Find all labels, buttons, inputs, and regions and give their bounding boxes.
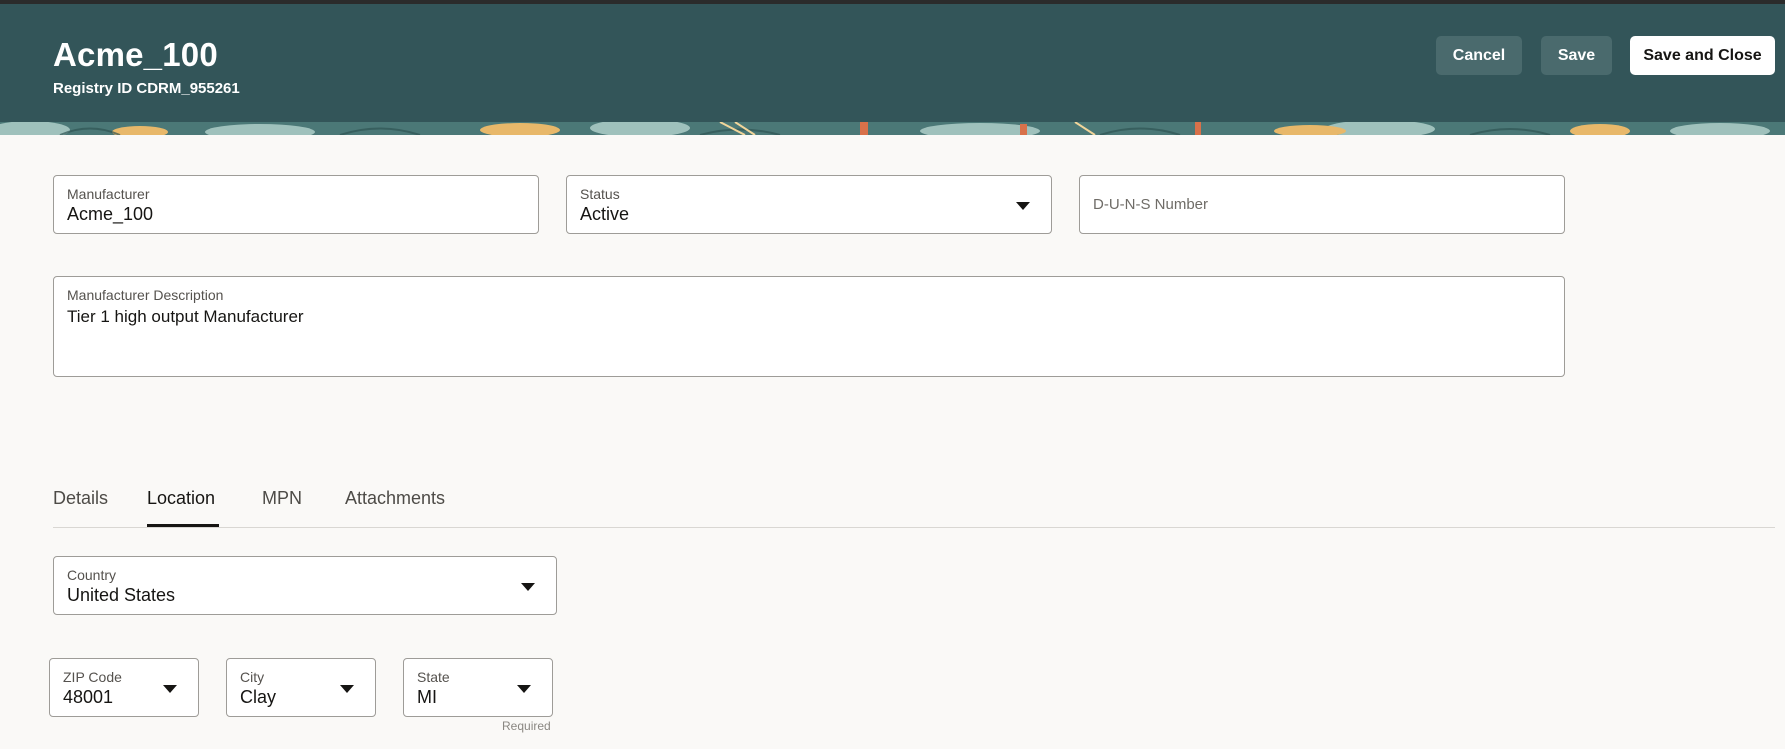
tab-mpn[interactable]: MPN (262, 488, 302, 509)
duns-number-placeholder: D-U-N-S Number (1093, 196, 1209, 213)
country-select[interactable]: Country United States (53, 556, 557, 615)
state-select[interactable]: State MI (403, 658, 553, 717)
country-value: United States (67, 585, 176, 605)
city-label: City (240, 669, 265, 685)
zip-code-label: ZIP Code (63, 669, 122, 685)
status-label: Status (580, 186, 620, 202)
header-decorative-pattern (0, 122, 1785, 135)
pattern-graphic (0, 122, 1785, 135)
cancel-button[interactable]: Cancel (1436, 36, 1522, 75)
status-select[interactable]: Status Active (566, 175, 1052, 234)
country-label: Country (67, 567, 117, 583)
tab-details[interactable]: Details (53, 488, 108, 509)
chevron-down-icon[interactable] (1016, 202, 1030, 210)
tab-location[interactable]: Location (147, 488, 215, 509)
chevron-down-icon[interactable] (521, 583, 535, 591)
page-title: Acme_100 (53, 36, 218, 73)
manufacturer-label: Manufacturer (67, 186, 150, 202)
manufacturer-description-field[interactable]: Manufacturer Description Tier 1 high out… (53, 276, 1565, 377)
zip-code-select[interactable]: ZIP Code 48001 (49, 658, 199, 717)
state-label: State (417, 669, 450, 685)
manufacturer-field[interactable]: Manufacturer Acme_100 (53, 175, 539, 234)
city-select[interactable]: City Clay (226, 658, 376, 717)
save-button[interactable]: Save (1541, 36, 1612, 75)
page-header: Acme_100 Registry ID CDRM_955261 Cancel … (0, 4, 1785, 122)
tab-bar-divider (53, 527, 1775, 528)
chevron-down-icon[interactable] (340, 685, 354, 693)
city-value: Clay (240, 687, 277, 707)
status-value: Active (580, 204, 630, 224)
tab-attachments[interactable]: Attachments (345, 488, 445, 509)
manufacturer-value: Acme_100 (67, 204, 154, 224)
manufacturer-description-label: Manufacturer Description (67, 287, 224, 303)
duns-number-field[interactable]: D-U-N-S Number (1079, 175, 1565, 234)
state-value: MI (417, 687, 437, 707)
zip-code-value: 48001 (63, 687, 114, 707)
chevron-down-icon[interactable] (163, 685, 177, 693)
chevron-down-icon[interactable] (517, 685, 531, 693)
state-required-helper: Required (502, 719, 551, 733)
manufacturer-description-value: Tier 1 high output Manufacturer (67, 307, 304, 326)
save-and-close-button[interactable]: Save and Close (1630, 36, 1775, 75)
registry-id: Registry ID CDRM_955261 (53, 80, 240, 97)
